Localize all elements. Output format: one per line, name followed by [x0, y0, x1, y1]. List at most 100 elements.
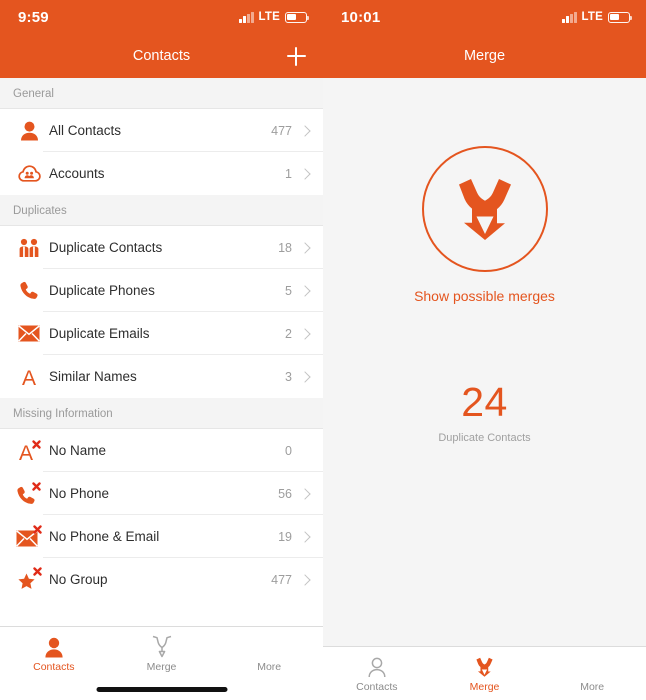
chevron-right-icon [299, 573, 311, 586]
status-clock: 9:59 [18, 8, 49, 26]
svg-text:A: A [22, 367, 36, 388]
tab-label: Merge [469, 681, 500, 693]
list-item-label: All Contacts [49, 123, 122, 138]
list-item-label: No Phone [49, 486, 110, 501]
status-bar: 10:01 LTE [323, 0, 646, 34]
add-contact-button[interactable] [281, 41, 311, 71]
battery-icon [285, 11, 310, 23]
hamburger-icon [258, 634, 280, 658]
right-navbar: Merge [323, 34, 646, 78]
page-title: Merge [463, 48, 506, 64]
two-people-icon [13, 238, 45, 258]
section-header-general: General [0, 78, 323, 109]
tab-merge[interactable]: Merge [108, 627, 216, 680]
merge-arrow-filled-icon [473, 654, 496, 678]
tab-more[interactable]: More [215, 627, 323, 680]
phone-icon [13, 281, 45, 301]
chevron-right-icon [299, 487, 311, 500]
list-item-duplicate-contacts[interactable]: Duplicate Contacts 18 [0, 226, 323, 269]
list-item-no-name[interactable]: A No Name 0 [0, 429, 323, 472]
list-item-count: 5 [285, 283, 292, 298]
left-topbar: 9:59 LTE Contacts [0, 0, 323, 78]
merge-screen: 10:01 LTE Merge Show possible merges 24 … [323, 0, 646, 700]
chevron-right-icon [299, 530, 311, 543]
star-x-icon [13, 567, 45, 592]
status-clock: 10:01 [341, 8, 381, 26]
tab-label: Contacts [33, 661, 75, 673]
home-indicator [96, 687, 227, 692]
section-header-duplicates: Duplicates [0, 195, 323, 226]
list-item-label: No Group [49, 572, 108, 587]
network-label: LTE [258, 11, 280, 23]
tab-label: More [257, 661, 282, 673]
show-merges-button[interactable] [421, 146, 548, 272]
list-item-all-contacts[interactable]: All Contacts 477 [0, 109, 323, 152]
person-filled-icon [44, 634, 64, 658]
list-item-similar-names[interactable]: A Similar Names 3 [0, 355, 323, 398]
list-item-duplicate-emails[interactable]: Duplicate Emails 2 [0, 312, 323, 355]
duplicate-count-block: 24 Duplicate Contacts [438, 379, 531, 445]
letter-a-icon: A [13, 366, 45, 388]
contacts-screen: 9:59 LTE Contacts General All Contacts 4… [0, 0, 323, 700]
tab-contacts[interactable]: Contacts [0, 627, 108, 680]
person-filled-icon [13, 121, 45, 141]
contacts-list: General All Contacts 477 Accounts 1 Dupl… [0, 78, 323, 601]
page-title: Contacts [132, 48, 191, 64]
status-indicators: LTE [239, 11, 310, 23]
list-item-count: 477 [271, 123, 292, 138]
left-navbar: Contacts [0, 34, 323, 78]
list-item-count: 0 [285, 443, 292, 458]
network-label: LTE [581, 11, 603, 23]
list-item-label: No Name [49, 443, 107, 458]
tab-contacts[interactable]: Contacts [323, 647, 431, 700]
phone-x-icon [13, 481, 45, 506]
list-item-label: Similar Names [49, 369, 137, 384]
svg-text:A: A [19, 442, 33, 463]
status-indicators: LTE [562, 11, 633, 23]
signal-bars-icon [239, 11, 254, 23]
merge-content: Show possible merges 24 Duplicate Contac… [323, 78, 646, 646]
list-item-count: 1 [285, 166, 292, 181]
letter-a-x-icon: A [13, 439, 45, 463]
merge-arrow-outline-icon [151, 634, 173, 658]
list-item-count: 18 [278, 240, 292, 255]
list-item-accounts[interactable]: Accounts 1 [0, 152, 323, 195]
section-header-missing-information: Missing Information [0, 398, 323, 429]
list-item-label: No Phone & Email [49, 529, 160, 544]
list-item-label: Duplicate Emails [49, 326, 150, 341]
envelope-icon [13, 325, 45, 342]
list-item-label: Accounts [49, 166, 105, 181]
list-item-no-group[interactable]: No Group 477 [0, 558, 323, 601]
hamburger-icon [581, 654, 603, 678]
list-item-label: Duplicate Contacts [49, 240, 163, 255]
tab-label: Merge [146, 661, 177, 673]
merge-arrow-filled-icon [448, 170, 522, 249]
tab-label: Contacts [356, 681, 398, 693]
duplicate-count-value: 24 [461, 379, 508, 425]
duplicate-count-label: Duplicate Contacts [438, 432, 531, 444]
tab-label: More [580, 681, 605, 693]
chevron-right-icon [299, 370, 311, 383]
list-item-no-phone-email[interactable]: No Phone & Email 19 [0, 515, 323, 558]
status-bar: 9:59 LTE [0, 0, 323, 34]
right-tab-bar: Contacts Merge More [323, 646, 646, 700]
list-item-no-phone[interactable]: No Phone 56 [0, 472, 323, 515]
list-item-count: 56 [278, 486, 292, 501]
signal-bars-icon [562, 11, 577, 23]
tab-merge[interactable]: Merge [431, 647, 539, 700]
chevron-right-icon [299, 241, 311, 254]
left-tab-bar: Contacts Merge More [0, 626, 323, 680]
person-outline-icon [367, 654, 387, 678]
tab-more[interactable]: More [538, 647, 646, 700]
list-item-count: 19 [278, 529, 292, 544]
list-item-count: 3 [285, 369, 292, 384]
chevron-right-icon [299, 284, 311, 297]
battery-icon [608, 11, 633, 23]
list-item-duplicate-phones[interactable]: Duplicate Phones 5 [0, 269, 323, 312]
dual-screenshot: 9:59 LTE Contacts General All Contacts 4… [0, 0, 646, 700]
cloud-accounts-icon [13, 164, 45, 183]
list-item-label: Duplicate Phones [49, 283, 155, 298]
list-item-count: 477 [271, 572, 292, 587]
chevron-right-icon [299, 124, 311, 137]
right-topbar: 10:01 LTE Merge [323, 0, 646, 78]
